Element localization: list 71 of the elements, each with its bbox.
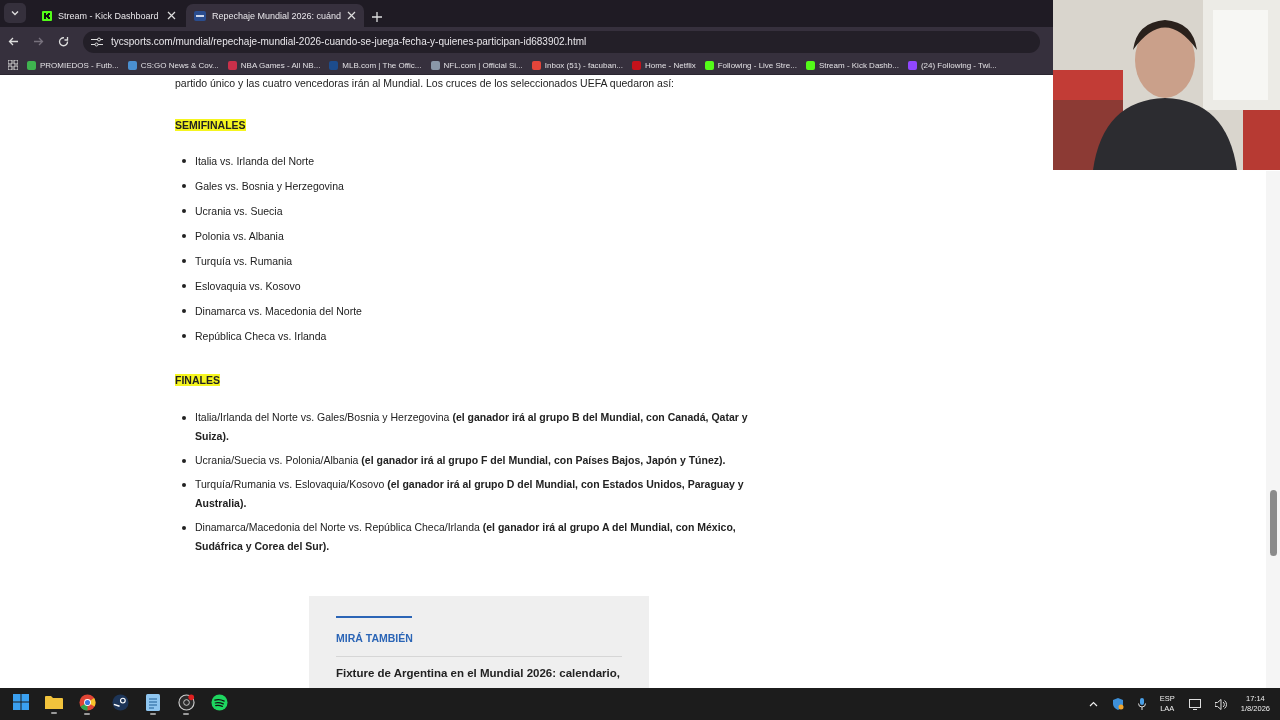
list-item-text: Polonia vs. Albania bbox=[195, 229, 284, 244]
bullet-icon bbox=[182, 526, 186, 530]
chevron-up-icon[interactable] bbox=[1088, 701, 1098, 707]
speaker-icon[interactable] bbox=[1214, 698, 1227, 710]
record-app-icon bbox=[177, 693, 195, 711]
bookmark-link[interactable]: NBA Games - All NB... bbox=[227, 60, 321, 70]
bookmark-link[interactable]: MLB.com | The Offic... bbox=[329, 60, 422, 70]
site-settings-icon[interactable] bbox=[91, 36, 103, 47]
browser-tab[interactable]: Stream - Kick Dashboard bbox=[34, 4, 184, 27]
site-logo-icon bbox=[194, 10, 206, 21]
article-paragraph: partido único y las cuatro vencedoras irán al Mundial. Los cruces de los seleccionados UEFA quedaron así: bbox=[175, 77, 676, 89]
bullet-icon bbox=[182, 209, 186, 213]
bullet-icon bbox=[182, 284, 186, 288]
close-icon[interactable] bbox=[167, 11, 176, 20]
related-article-link[interactable]: Fixture de Argentina en el Mundial 2026: calendario, bbox=[336, 665, 620, 681]
list-item-text: Gales vs. Bosnia y Herzegovina bbox=[195, 179, 344, 194]
shield-icon[interactable] bbox=[1111, 698, 1124, 710]
list-item-text: Dinamarca/Macedonia del Norte vs. República Checa/Irlanda (el ganador irá al grupo A del Mundial, con México, Sudáfrica y Corea del Sur). bbox=[195, 520, 737, 554]
bookmark-link[interactable]: NFL.com | Official Si... bbox=[430, 60, 523, 70]
section-heading: SEMIFINALES bbox=[175, 119, 246, 131]
spotify-icon bbox=[210, 693, 228, 711]
taskbar-app-button[interactable] bbox=[175, 691, 197, 717]
bookmark-link[interactable]: CS:GO News & Cov... bbox=[127, 60, 219, 70]
list-item-text: Turquía/Rumania vs. Eslovaquia/Kosovo (el ganador irá al grupo D del Mundial, con Estados Unidos, Paraguay y Australia). bbox=[195, 477, 745, 511]
bookmark-link[interactable]: Inbox (51) - facuban... bbox=[531, 60, 624, 70]
related-label: MIRÁ TAMBIÉN bbox=[336, 632, 622, 657]
bullet-icon bbox=[182, 184, 186, 188]
tab-search-button[interactable] bbox=[4, 3, 26, 23]
apps-grid-icon[interactable] bbox=[8, 60, 18, 70]
bullet-icon bbox=[182, 459, 186, 463]
bullet-icon bbox=[182, 309, 186, 313]
bullet-icon bbox=[182, 416, 186, 420]
list-item-text: Italia/Irlanda del Norte vs. Gales/Bosnia y Herzegovina (el ganador irá al grupo B del Mundial, con Canadá, Qatar y Suiza). bbox=[195, 410, 749, 444]
browser-tab[interactable]: Repechaje Mundial 2026: cuánd bbox=[186, 4, 365, 27]
address-bar[interactable]: tycsports.com/mundial/repechaje-mundial-2026-cuando-se-juega-fecha-y-quienes-participan-id683902.html bbox=[83, 30, 1040, 53]
chevron-down-icon bbox=[10, 8, 20, 18]
list-item-text: Italia vs. Irlanda del Norte bbox=[195, 154, 315, 169]
scrollbar-thumb[interactable] bbox=[1269, 490, 1277, 556]
bookmark-link[interactable]: Home - Netflix bbox=[632, 60, 696, 70]
bullet-icon bbox=[182, 334, 186, 338]
scrollbar[interactable] bbox=[1266, 171, 1280, 688]
bullet-icon bbox=[182, 259, 186, 263]
bullet-icon bbox=[182, 483, 186, 487]
list-item-text: República Checa vs. Irlanda bbox=[195, 329, 327, 344]
back-icon[interactable] bbox=[8, 36, 19, 47]
bookmark-link[interactable]: Following - Live Stre... bbox=[704, 60, 797, 70]
kick-logo-icon bbox=[42, 10, 52, 21]
reload-icon[interactable] bbox=[58, 36, 69, 47]
forward-icon[interactable] bbox=[33, 36, 44, 47]
notepad-icon bbox=[146, 693, 160, 711]
list-item-text: Turquía vs. Rumania bbox=[195, 254, 293, 269]
close-icon[interactable] bbox=[347, 11, 357, 20]
bookmark-link[interactable]: (24) Following - Twi... bbox=[907, 60, 997, 70]
tab-title: Repechaje Mundial 2026: cuánd bbox=[212, 10, 342, 21]
list-item-text: Dinamarca vs. Macedonia del Norte bbox=[195, 304, 362, 319]
microphone-icon[interactable] bbox=[1137, 698, 1146, 710]
list-item-text: Ucrania vs. Suecia bbox=[195, 204, 283, 219]
bookmark-link[interactable]: Stream - Kick Dashb... bbox=[805, 60, 899, 70]
section-heading: FINALES bbox=[175, 374, 220, 386]
list-item-text: Eslovaquia vs. Kosovo bbox=[195, 279, 301, 294]
list-item-text: Ucrania/Suecia vs. Polonia/Albania (el ganador irá al grupo F del Mundial, con Países Bajos, Japón y Túnez). bbox=[195, 453, 726, 468]
network-icon[interactable] bbox=[1188, 698, 1201, 710]
browser-icon bbox=[78, 693, 96, 711]
bullet-icon bbox=[182, 234, 186, 238]
url-text: tycsports.com/mundial/repechaje-mundial-2026-cuando-se-juega-fecha-y-quienes-participan-id683902.html bbox=[111, 36, 587, 47]
folder-icon bbox=[45, 694, 63, 710]
taskbar-app-button[interactable] bbox=[76, 691, 98, 717]
bookmark-link[interactable]: PROMIEDOS - Futb... bbox=[27, 60, 119, 70]
bullet-icon bbox=[182, 159, 186, 163]
tab-title: Stream - Kick Dashboard bbox=[58, 10, 160, 21]
windows-logo-icon bbox=[13, 694, 29, 710]
